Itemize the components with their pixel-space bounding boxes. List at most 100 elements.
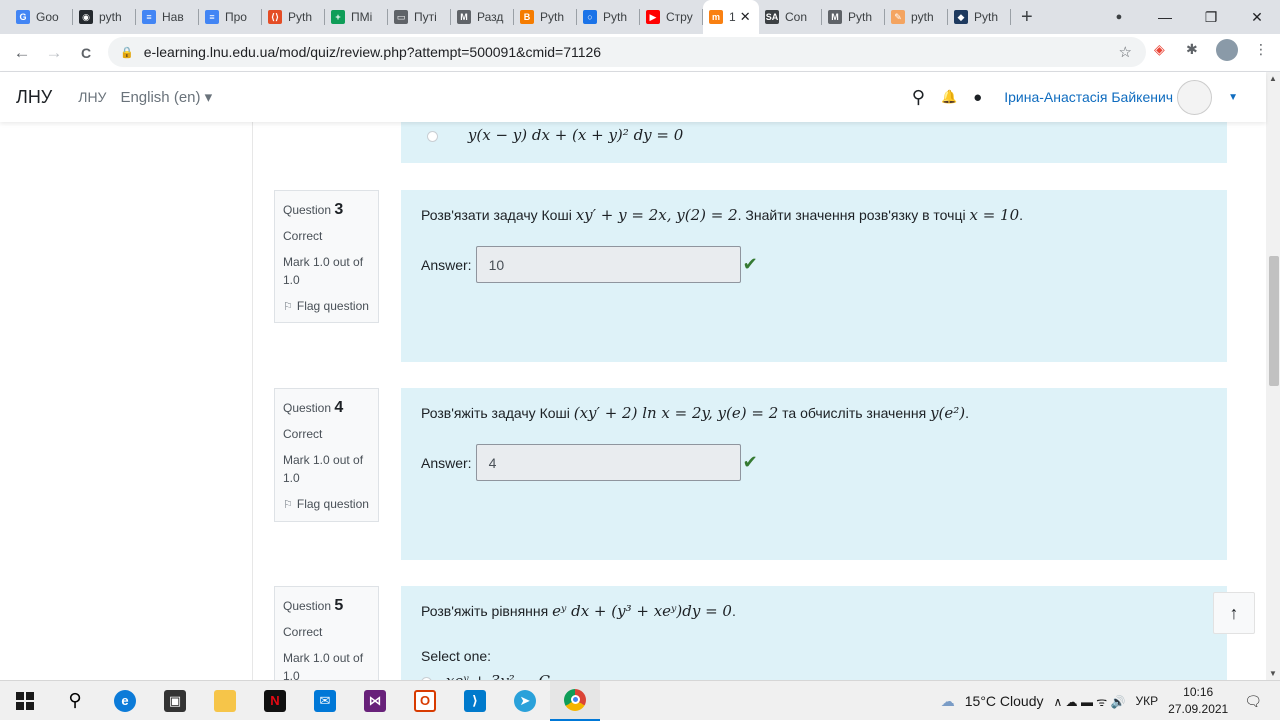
flag-question-link[interactable]: ⚐ Flag question <box>283 497 370 511</box>
back-to-top-button[interactable]: ↑ <box>1213 592 1255 634</box>
scroll-down-icon[interactable]: ▼ <box>1269 669 1277 678</box>
browser-tab[interactable]: ≡ Про <box>199 0 262 34</box>
telegram-icon[interactable]: ➤ <box>500 681 550 721</box>
browser-tab[interactable]: SA Con <box>759 0 822 34</box>
tray-icons[interactable]: ∧ ☁ ▬ ᯤ 🔊 <box>1054 693 1126 710</box>
browser-tab[interactable]: ◉ pyth <box>73 0 136 34</box>
browser-tab[interactable]: + ПМі <box>325 0 388 34</box>
forward-button[interactable]: → <box>38 43 70 63</box>
nav-link-home[interactable]: ЛНУ <box>78 89 106 105</box>
weather-icon[interactable]: ☁ <box>941 693 955 710</box>
browser-tab[interactable]: ✎ pyth <box>885 0 948 34</box>
window-controls: ● — ❐ ✕ <box>1096 0 1280 34</box>
mail-icon[interactable]: ✉ <box>300 681 350 721</box>
browser-tab-active[interactable]: m 1 ✕ <box>703 0 759 34</box>
new-tab-button[interactable]: + <box>1021 6 1045 29</box>
site-brand[interactable]: ЛНУ <box>16 87 52 108</box>
user-name[interactable]: Ірина-Анастасія Байкенич <box>1004 89 1173 105</box>
clock-time: 10:16 <box>1183 685 1214 699</box>
browser-tab[interactable]: B Pyth <box>514 0 577 34</box>
browser-menu-icon[interactable]: ⋮ <box>1254 41 1268 58</box>
tab-favicon-icon: M <box>828 10 842 24</box>
tab-label: pyth <box>911 10 934 24</box>
question-info-4: Question 4 Correct Mark 1.0 out of 1.0 ⚐… <box>274 388 379 522</box>
notification-bell-icon[interactable]: 🔔 <box>941 89 957 105</box>
search-taskbar-icon[interactable]: ⚲ <box>50 681 100 721</box>
previous-question-option: y(x − y) dx + (x + y)² dy = 0 <box>401 122 1227 163</box>
minimize-button[interactable]: — <box>1142 9 1188 25</box>
messages-icon[interactable]: ● <box>973 89 982 106</box>
tab-favicon-icon: ▶ <box>646 10 660 24</box>
url-text[interactable]: e-learning.lnu.edu.ua/mod/quiz/review.ph… <box>144 44 601 60</box>
vscode-icon[interactable]: ⟩ <box>450 681 500 721</box>
office-icon[interactable]: O <box>400 681 450 721</box>
clock[interactable]: 10:16 27.09.2021 <box>1168 684 1228 718</box>
question-text: Розв'язати задачу Коші xy′ + y = 2x, y(2… <box>421 206 1024 224</box>
browser-tab[interactable]: M Разд <box>451 0 514 34</box>
store-icon[interactable]: ▣ <box>150 681 200 721</box>
user-menu-caret-icon[interactable]: ▼ <box>1228 92 1238 103</box>
tab-label: Стру <box>666 10 693 24</box>
windows-taskbar: ⚲ e ▣ N ✉ ⋈ O ⟩ ➤ ☁ 15°C Cloudy ∧ ☁ ▬ ᯤ … <box>0 680 1280 721</box>
tab-favicon-icon: ⟨⟩ <box>268 10 282 24</box>
flag-icon: ⚐ <box>283 300 293 313</box>
profile-avatar-icon[interactable] <box>1216 39 1238 61</box>
answer-label: Answer: <box>421 256 472 273</box>
answer-input[interactable]: 10 <box>475 246 741 283</box>
user-avatar[interactable] <box>1177 79 1213 115</box>
site-header: ЛНУ ЛНУ English (en) ▾ ⚲ 🔔 ● Ірина-Анаст… <box>0 72 1266 122</box>
search-icon[interactable]: ⚲ <box>912 87 925 108</box>
tab-close-icon[interactable]: ✕ <box>740 9 751 25</box>
browser-tab[interactable]: M Pyth <box>822 0 885 34</box>
restore-button[interactable]: ❐ <box>1188 9 1234 26</box>
browser-tab[interactable]: ▭ Путі <box>388 0 451 34</box>
weather-text[interactable]: 15°C Cloudy <box>965 693 1044 709</box>
visual-studio-icon[interactable]: ⋈ <box>350 681 400 721</box>
file-explorer-icon[interactable] <box>200 681 250 721</box>
lock-icon: 🔒 <box>120 46 134 59</box>
tab-favicon-icon: G <box>16 10 30 24</box>
bookmark-star-icon[interactable]: ☆ <box>1119 43 1132 61</box>
header-user-area: ⚲ 🔔 ● Ірина-Анастасія Байкенич ▼ <box>912 72 1266 122</box>
question-info-5: Question 5 Correct Mark 1.0 out of 1.0 <box>274 586 379 680</box>
language-menu[interactable]: English (en) ▾ <box>120 88 212 106</box>
flag-question-link[interactable]: ⚐ Flag question <box>283 299 370 313</box>
input-language[interactable]: УКР <box>1136 694 1159 708</box>
edge-icon[interactable]: e <box>100 681 150 721</box>
close-window-button[interactable]: ✕ <box>1234 9 1280 26</box>
extension-badge-icon[interactable]: ◈ <box>1154 41 1165 58</box>
browser-tab[interactable]: ○ Pyth <box>577 0 640 34</box>
tab-label: ПМі <box>351 10 373 24</box>
netflix-icon[interactable]: N <box>250 681 300 721</box>
browser-tab[interactable]: ◆ Pyth <box>948 0 1011 34</box>
scrollbar-thumb[interactable] <box>1269 256 1279 386</box>
browser-tab[interactable]: ▶ Стру <box>640 0 703 34</box>
scroll-up-icon[interactable]: ▲ <box>1269 74 1277 83</box>
tab-favicon-icon: ≡ <box>142 10 156 24</box>
correct-check-icon: ✔ <box>742 452 758 472</box>
browser-tab[interactable]: ⟨⟩ Pyth <box>262 0 325 34</box>
reload-button[interactable]: C <box>70 45 102 61</box>
start-button[interactable] <box>0 681 50 721</box>
question-content-3: Розв'язати задачу Коші xy′ + y = 2x, y(2… <box>401 190 1227 362</box>
browser-tab[interactable]: ≡ Нав <box>136 0 199 34</box>
address-bar[interactable]: 🔒 e-learning.lnu.edu.ua/mod/quiz/review.… <box>108 37 1146 67</box>
chrome-icon[interactable] <box>550 680 600 721</box>
correct-check-icon: ✔ <box>742 254 758 274</box>
windows-logo-icon <box>16 691 34 710</box>
tab-label: Pyth <box>288 10 313 24</box>
tab-favicon-icon: m <box>709 10 723 24</box>
tab-favicon-icon: + <box>331 10 345 24</box>
extensions-puzzle-icon[interactable]: ✱ <box>1186 41 1198 58</box>
notification-center-icon[interactable]: 🗨 <box>1244 693 1262 710</box>
back-button[interactable]: ← <box>6 43 38 63</box>
page-scrollbar[interactable]: ▲ ▼ <box>1266 72 1280 680</box>
tab-label: Путі <box>414 10 437 24</box>
profile-menu-icon[interactable]: ● <box>1096 11 1142 23</box>
option-row[interactable]: xeʸ + 3y² ... C <box>421 672 1207 680</box>
browser-tab[interactable]: G Goo <box>10 0 73 34</box>
answer-input[interactable]: 4 <box>475 444 741 481</box>
tab-favicon-icon: B <box>520 10 534 24</box>
question-number: Question 4 <box>283 399 344 416</box>
tab-favicon-icon: SA <box>765 10 779 24</box>
